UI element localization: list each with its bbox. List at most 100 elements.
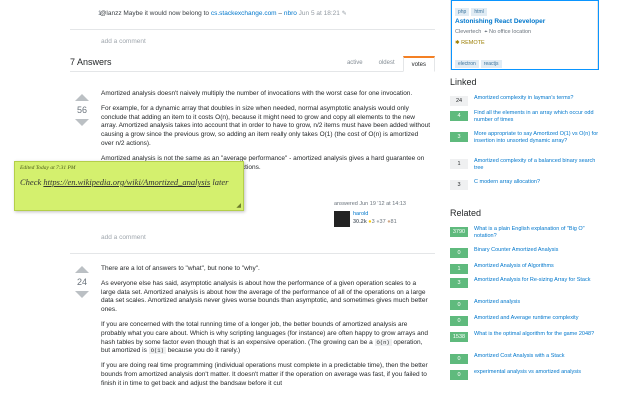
linked-question-link[interactable]: C modern array allocation? <box>474 179 600 186</box>
tab-active[interactable]: active <box>339 56 371 72</box>
upvote-arrow-icon[interactable] <box>75 94 89 101</box>
answer-paragraph: For example, for a dynamic array that do… <box>101 104 431 147</box>
note-suffix: later <box>210 177 229 187</box>
add-comment-link[interactable]: add a comment <box>101 38 146 45</box>
sort-tabs: active oldest votes <box>339 56 435 72</box>
list-item[interactable]: 0 Amortized and Average runtime complexit… <box>450 315 600 331</box>
gold-count: 3 <box>371 219 375 225</box>
location-icon: ⌖ <box>484 29 488 35</box>
silver-count: 37 <box>379 219 386 225</box>
company-name: Clevertech <box>455 29 482 35</box>
downvote-arrow-icon[interactable] <box>75 119 89 126</box>
linked-question-link[interactable]: Find all the elements in an array which … <box>474 110 600 124</box>
resize-handle-icon[interactable]: ◢ <box>236 202 241 209</box>
related-question-link[interactable]: Amortized Analysis for Re-sizing Array f… <box>474 277 600 284</box>
job-tag[interactable]: electron <box>455 60 479 68</box>
related-question-link[interactable]: experimental analysis vs amortized analy… <box>474 369 600 376</box>
related-question-link[interactable]: What is the optimal algorithm for the ga… <box>474 331 600 338</box>
note-text[interactable]: Check https://en.wikipedia.org/wiki/Amor… <box>20 177 240 187</box>
vote-cell: 56 <box>72 94 92 126</box>
downvote-arrow-icon[interactable] <box>75 291 89 298</box>
answer-paragraph: Amortized analysis doesn't naively multi… <box>101 90 413 97</box>
note-date: Edited Today at 7:31 PM <box>20 165 76 171</box>
tab-votes[interactable]: votes <box>402 56 435 72</box>
list-item[interactable]: 4 Find all the elements in an array which… <box>450 110 600 131</box>
upvote-arrow-icon[interactable] <box>75 266 89 273</box>
linked-heading: Linked <box>450 77 477 87</box>
list-item[interactable]: 0 Amortized analysis <box>450 299 600 315</box>
star-icon: ✱ <box>455 40 460 46</box>
list-item[interactable]: 1 Amortized Analysis of Algorithms <box>450 263 600 277</box>
link-count-badge: 0 <box>450 354 468 364</box>
link-count-badge: 0 <box>450 248 468 258</box>
vote-count: 24 <box>76 277 87 287</box>
job-location: No office location <box>489 29 532 35</box>
answer-body: There are a lot of answers to "what", bu… <box>101 265 431 395</box>
inline-code: O(1) <box>148 347 166 355</box>
user-card: answered Jun 19 '12 at 14:13 harold 30.2… <box>334 201 434 227</box>
link-count-badge: 1 <box>450 264 468 274</box>
rep-score: 30.2k <box>353 219 367 225</box>
job-tags: php html <box>455 0 489 18</box>
reputation: 30.2k ●3 ●37 ●81 <box>353 219 397 225</box>
list-item[interactable]: 1538 What is the optimal algorithm for th… <box>450 331 600 353</box>
answer-paragraph: If you are concerned with the total runn… <box>101 321 431 356</box>
bronze-count: 81 <box>390 219 397 225</box>
link-count-badge: 24 <box>450 96 468 106</box>
list-item[interactable]: 0 Binary Counter Amortized Analysis <box>450 247 600 263</box>
divider <box>70 253 435 254</box>
related-question-link[interactable]: Amortized analysis <box>474 299 600 306</box>
list-item[interactable]: 3 Amortized Analysis for Re-sizing Array … <box>450 277 600 299</box>
tab-oldest[interactable]: oldest <box>371 56 403 72</box>
answers-count: 7 Answers <box>70 57 112 67</box>
answered-date: answered Jun 19 '12 at 14:13 <box>334 201 406 207</box>
linked-question-link[interactable]: Amortized complexity of a balanced binar… <box>474 158 600 172</box>
comment-link[interactable]: cs.stackexchange.com <box>211 10 277 17</box>
related-question-link[interactable]: Amortized Cost Analysis with a Stack <box>474 353 600 360</box>
list-item[interactable]: 0 experimental analysis vs amortized anal… <box>450 369 600 385</box>
comment-user[interactable]: nbro <box>284 10 297 17</box>
link-count-badge: 1 <box>450 159 468 169</box>
job-tags: electron reactjs <box>455 52 504 70</box>
link-count-badge: 0 <box>450 316 468 326</box>
related-question-link[interactable]: What is a plain English explanation of "… <box>474 226 600 240</box>
job-tag[interactable]: reactjs <box>480 60 502 68</box>
job-title[interactable]: Astonishing React Developer <box>455 18 545 25</box>
vote-cell: 24 <box>72 266 92 298</box>
pencil-icon[interactable]: ✎ <box>342 11 347 17</box>
linked-question-link[interactable]: Amortized complexity in layman's terms? <box>474 95 600 102</box>
job-tag[interactable]: html <box>471 8 487 16</box>
related-question-link[interactable]: Binary Counter Amortized Analysis <box>474 247 600 254</box>
user-name[interactable]: harold <box>353 211 368 217</box>
list-item[interactable]: 3 C modern array allocation? <box>450 179 600 194</box>
answer-paragraph: If you are doing real time programming (… <box>101 362 428 387</box>
answer-paragraph: There are a lot of answers to "what", bu… <box>101 265 260 272</box>
comment-date: Jun 5 at 18:21 <box>298 10 340 17</box>
comment-row: 1 @lanzz Maybe it would now belong to cs… <box>70 10 435 30</box>
link-count-badge: 0 <box>450 300 468 310</box>
related-question-link[interactable]: Amortized and Average runtime complexity <box>474 315 600 322</box>
comment-text: @lanzz Maybe it would now belong to <box>99 10 210 17</box>
remote-label: REMOTE <box>461 40 485 46</box>
answers-header: 7 Answers active oldest votes <box>70 56 435 72</box>
linked-list: 24 Amortized complexity in layman's terms… <box>450 95 600 194</box>
list-item[interactable]: 3 More appropriate to say Amortized O(1) … <box>450 131 600 158</box>
related-list: 3790 What is a plain English explanation … <box>450 226 600 385</box>
sticky-note[interactable]: Edited Today at 7:31 PM Check https://en… <box>14 161 244 211</box>
job-tag[interactable]: php <box>455 8 470 16</box>
add-comment-link[interactable]: add a comment <box>101 234 146 241</box>
answer-paragraph: As everyone else has said, asymptotic an… <box>101 279 428 314</box>
avatar[interactable] <box>334 211 350 227</box>
link-count-badge: 3 <box>450 180 468 190</box>
remote-badge: ✱ REMOTE <box>455 40 485 46</box>
text-span: because you do it rarely.) <box>165 347 241 355</box>
list-item[interactable]: 3790 What is a plain English explanation … <box>450 226 600 247</box>
list-item[interactable]: 0 Amortized Cost Analysis with a Stack <box>450 353 600 369</box>
note-url[interactable]: https://en.wikipedia.org/wiki/Amortized_… <box>43 177 210 187</box>
list-item[interactable]: 1 Amortized complexity of a balanced bina… <box>450 158 600 179</box>
related-heading: Related <box>450 208 482 218</box>
linked-question-link[interactable]: More appropriate to say Amortized O(1) v… <box>474 131 600 145</box>
related-question-link[interactable]: Amortized Analysis of Algorithms <box>474 263 600 270</box>
comment-score: 1 <box>98 10 102 17</box>
list-item[interactable]: 24 Amortized complexity in layman's terms… <box>450 95 600 110</box>
